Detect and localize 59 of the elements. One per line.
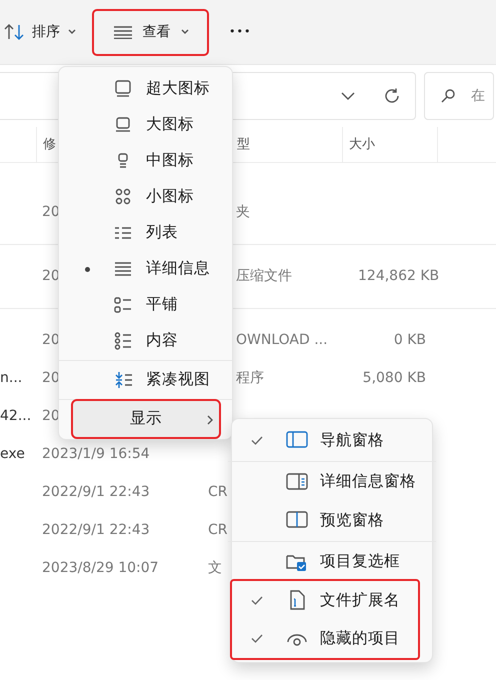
file-type: 文 <box>208 560 222 576</box>
chevron-right-icon <box>207 415 213 425</box>
view-option[interactable]: 内容 <box>63 323 228 359</box>
column-header[interactable]: 修 <box>43 134 56 154</box>
show-option[interactable]: 详细信息窗格 <box>232 462 432 501</box>
extra-large-icons-icon <box>114 80 132 98</box>
view-button[interactable]: 查看 <box>94 10 207 54</box>
show-option[interactable]: 文件扩展名 <box>232 581 418 620</box>
modified-date: 2022/9/1 22:43 <box>42 522 150 538</box>
chevron-icon <box>68 29 76 35</box>
content-icon <box>114 332 132 350</box>
small-icons-icon <box>114 188 132 206</box>
view-option[interactable]: 列表 <box>63 215 228 251</box>
preview-pane-icon <box>286 510 308 530</box>
show-option[interactable]: 导航窗格 <box>232 421 432 460</box>
modified-date: 2022/9/1 22:43 <box>42 484 150 500</box>
column-header[interactable]: 大小 <box>349 134 375 154</box>
details-pane-icon <box>286 472 308 492</box>
file-size: 0 KB <box>394 332 426 348</box>
file-name: 42... <box>0 408 32 424</box>
file-type: 压缩文件 <box>236 268 292 284</box>
column-header[interactable]: 型 <box>237 134 250 154</box>
file-name: n... <box>0 370 22 386</box>
view-option[interactable]: 小图标 <box>63 179 228 215</box>
show-option[interactable]: 隐藏的项目 <box>232 620 418 658</box>
view-option[interactable]: 紧凑视图 <box>63 362 228 398</box>
more-button[interactable]: ••• <box>229 24 252 40</box>
chevron-down-icon <box>341 92 355 100</box>
file-type: 程序 <box>236 370 264 386</box>
details-icon <box>114 260 132 278</box>
search-icon <box>441 89 455 103</box>
modified-date: 2023/1/9 16:54 <box>42 446 150 462</box>
show-option[interactable]: 预览窗格 <box>232 501 432 540</box>
view-option[interactable]: 中图标 <box>63 143 228 179</box>
tiles-icon <box>114 296 132 314</box>
file-size: 124,862 KB <box>358 268 440 284</box>
view-option[interactable]: 超大图标 <box>63 71 228 107</box>
view-option[interactable]: 详细信息 <box>63 251 228 287</box>
file-type: CR <box>208 484 228 500</box>
view-option[interactable]: 平铺 <box>63 287 228 323</box>
view-option[interactable]: 大图标 <box>63 107 228 143</box>
sort-icon <box>4 23 24 41</box>
file-name: exe <box>0 446 25 462</box>
file-type: CR <box>208 522 228 538</box>
file-type: OWNLOAD ... <box>236 332 328 348</box>
sort-button[interactable]: 排序 <box>4 22 76 42</box>
search-placeholder: 在 <box>471 86 485 106</box>
file-type: 夹 <box>236 204 250 220</box>
modified-date: 2023/8/29 10:07 <box>42 560 159 576</box>
details-icon <box>112 25 132 39</box>
large-icons-icon <box>114 116 132 134</box>
chevron-icon <box>180 29 188 35</box>
refresh-icon <box>383 87 401 105</box>
show-option[interactable]: 项目复选框 <box>232 542 432 581</box>
show-menu-item[interactable]: 显示 <box>73 401 219 437</box>
navigation-pane-icon <box>286 430 308 450</box>
compact-view-icon <box>114 371 132 389</box>
file-size: 5,080 KB <box>362 370 426 386</box>
search-field[interactable]: 在 <box>424 72 494 120</box>
